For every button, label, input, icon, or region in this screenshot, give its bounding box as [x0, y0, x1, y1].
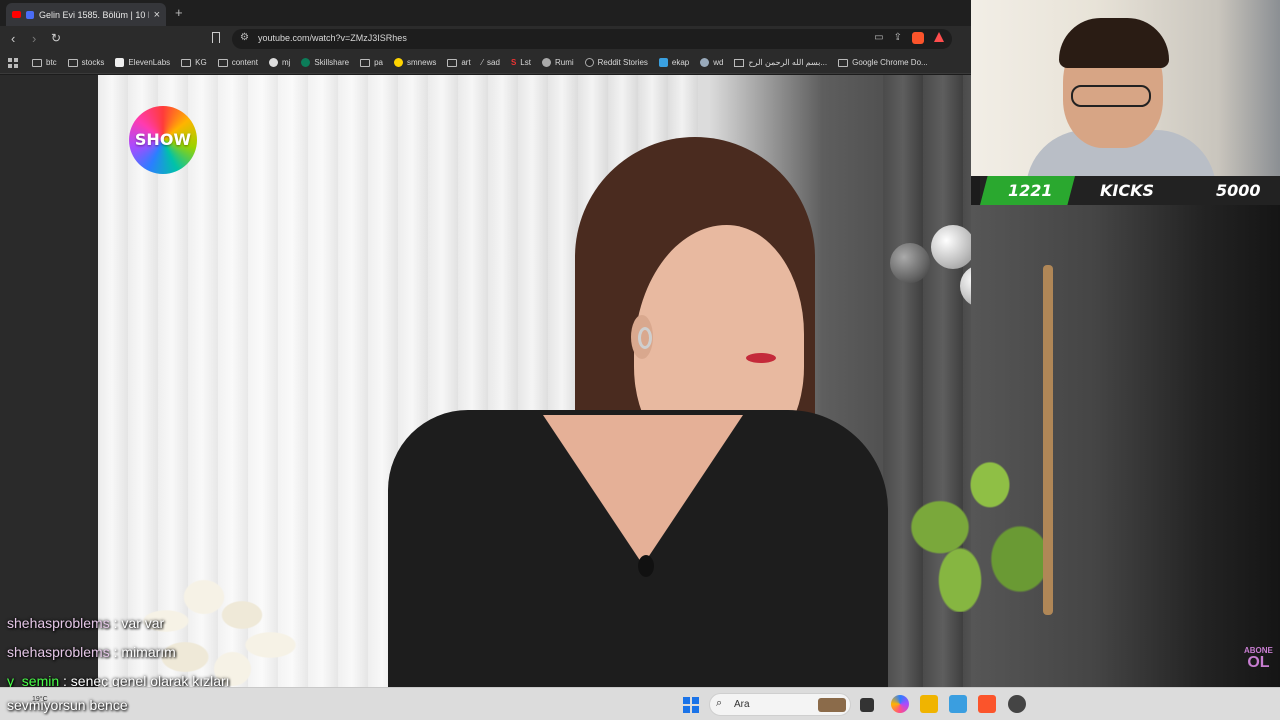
chat-message: sevmiyorsun bence — [7, 697, 128, 713]
earring — [638, 327, 652, 349]
skillshare-icon — [301, 58, 311, 67]
cast-icon[interactable]: ▭ — [874, 32, 883, 44]
forward-icon[interactable]: › — [32, 31, 36, 46]
file-explorer-icon[interactable] — [920, 695, 938, 713]
bookmark-item[interactable]: Rumi — [541, 58, 574, 67]
folder-icon — [447, 58, 458, 67]
channel-logo: SHOW — [129, 106, 197, 174]
slash-icon: ⁄ — [481, 58, 484, 67]
taskbar-search[interactable]: ⌕ Ara — [709, 693, 851, 716]
share-icon[interactable]: ⇪ — [894, 32, 902, 44]
screen: Gelin Evi 1585. Bölüm | 10 Kas × + ‹ › ↻… — [0, 0, 1280, 720]
kicks-goal: 5000 — [1216, 181, 1261, 200]
bookmark-item[interactable]: ElevenLabs — [115, 58, 170, 67]
decor-ball — [890, 243, 930, 283]
folder-icon — [181, 58, 192, 67]
reload-icon[interactable]: ↻ — [51, 31, 61, 45]
decor-ball — [931, 225, 971, 269]
apps-grid-icon[interactable] — [8, 57, 18, 68]
site-favicon-icon — [26, 10, 34, 19]
bookmark-item[interactable]: KG — [181, 58, 207, 67]
bookmark-item[interactable]: ⁄ sad — [482, 58, 500, 67]
subscribe-bottom-text: OL — [1247, 654, 1270, 671]
chat-username: shehasproblems — [7, 644, 110, 660]
back-icon[interactable]: ‹ — [11, 31, 15, 46]
chat-text: : var var — [109, 615, 165, 631]
kicks-goal-bar: 1221 KICKS 5000 — [980, 176, 1280, 205]
bookmark-item[interactable]: wd — [700, 58, 723, 67]
subscribe-overlay: ABONE OL — [1244, 646, 1273, 671]
windows-taskbar: 19°C ⌕ Ara — [0, 687, 1280, 720]
bookmark-item[interactable]: btc — [32, 58, 57, 67]
bookmark-icon[interactable] — [212, 32, 220, 43]
folder-icon — [67, 58, 78, 67]
bookmark-item[interactable]: content — [217, 58, 258, 67]
video-frame[interactable]: SHOW — [98, 75, 971, 687]
search-highlight-image — [818, 698, 846, 712]
copilot-icon[interactable] — [891, 695, 909, 713]
reddit-stories-icon — [584, 58, 594, 67]
close-tab-icon[interactable]: × — [154, 9, 160, 21]
new-tab-button[interactable]: + — [175, 5, 183, 20]
url-bar[interactable]: ⚙ youtube.com/watch?v=ZMzJ3ISRhes ▭ ⇪ — [232, 29, 952, 49]
folder-icon — [838, 58, 849, 67]
youtube-icon — [12, 11, 21, 18]
chat-message: shehasproblems : var var — [7, 615, 164, 631]
url-text[interactable]: youtube.com/watch?v=ZMzJ3ISRhes — [258, 33, 407, 43]
bookmark-item[interactable]: Reddit Stories — [584, 58, 648, 67]
brave-shields-icon[interactable] — [912, 32, 924, 44]
wd-icon — [700, 58, 710, 67]
smiley-icon — [394, 58, 404, 67]
folder-icon — [217, 58, 228, 67]
streamer-webcam — [971, 0, 1280, 176]
chat-text: : mimarım — [109, 644, 176, 660]
kicks-label: KICKS — [1100, 181, 1155, 200]
ekap-icon — [658, 58, 668, 67]
folder-icon — [360, 58, 371, 67]
bookmark-item[interactable]: art — [447, 58, 471, 67]
streamer-hair — [1059, 18, 1169, 68]
wooden-stick — [1043, 265, 1053, 615]
bookmark-item[interactable]: pa — [360, 58, 383, 67]
page-icon — [734, 58, 745, 67]
tab-title: Gelin Evi 1585. Bölüm | 10 Kas — [39, 9, 149, 20]
bookmark-item[interactable]: mj — [268, 58, 290, 67]
obs-icon[interactable] — [1008, 695, 1026, 713]
bookmark-item[interactable]: smnews — [394, 58, 436, 67]
github-icon — [268, 58, 278, 67]
s-logo-icon: S — [510, 58, 517, 67]
tab-youtube[interactable]: Gelin Evi 1585. Bölüm | 10 Kas × — [6, 3, 166, 26]
task-view-icon[interactable] — [860, 698, 874, 712]
neckline — [543, 415, 743, 565]
bookmark-item[interactable]: Google Chrome Do... — [838, 58, 928, 67]
browser-tab-bar: Gelin Evi 1585. Bölüm | 10 Kas × + — [0, 0, 971, 26]
brave-browser-icon[interactable] — [978, 695, 996, 713]
chat-text: sevmiyorsun bence — [7, 697, 128, 713]
lapel-mic — [638, 555, 654, 577]
kicks-current: 1221 — [1008, 181, 1053, 200]
bookmark-item[interactable]: S Lst — [511, 58, 531, 67]
bookmark-item[interactable]: Skillshare — [301, 58, 349, 67]
windows-start-icon[interactable] — [683, 697, 699, 713]
chat-message: shehasproblems : mimarım — [7, 644, 176, 660]
bookmark-item[interactable]: بسم الله الرحمن الرح... — [734, 58, 827, 67]
brave-rewards-icon[interactable] — [934, 32, 944, 42]
bookmark-item[interactable]: ekap — [658, 58, 689, 67]
search-placeholder: Ara — [734, 699, 750, 710]
site-info-icon[interactable]: ⚙ — [240, 32, 249, 43]
address-bar-row: ‹ › ↻ ⚙ youtube.com/watch?v=ZMzJ3ISRhes … — [0, 26, 971, 52]
bookmarks-bar: btc stocks ElevenLabs KG content mj Skil… — [0, 52, 971, 74]
video-player[interactable]: SHOW — [0, 75, 971, 687]
elevenlabs-icon — [115, 58, 125, 67]
rumi-icon — [541, 58, 551, 67]
search-icon: ⌕ — [716, 697, 723, 709]
address-actions: ▭ ⇪ — [874, 32, 944, 44]
folder-icon — [32, 58, 42, 67]
chat-username: shehasproblems — [7, 615, 110, 631]
snipping-tool-icon[interactable] — [949, 695, 967, 713]
streamer-glasses — [1071, 85, 1151, 107]
bookmark-item[interactable]: stocks — [67, 58, 104, 67]
person-lips — [746, 353, 776, 363]
